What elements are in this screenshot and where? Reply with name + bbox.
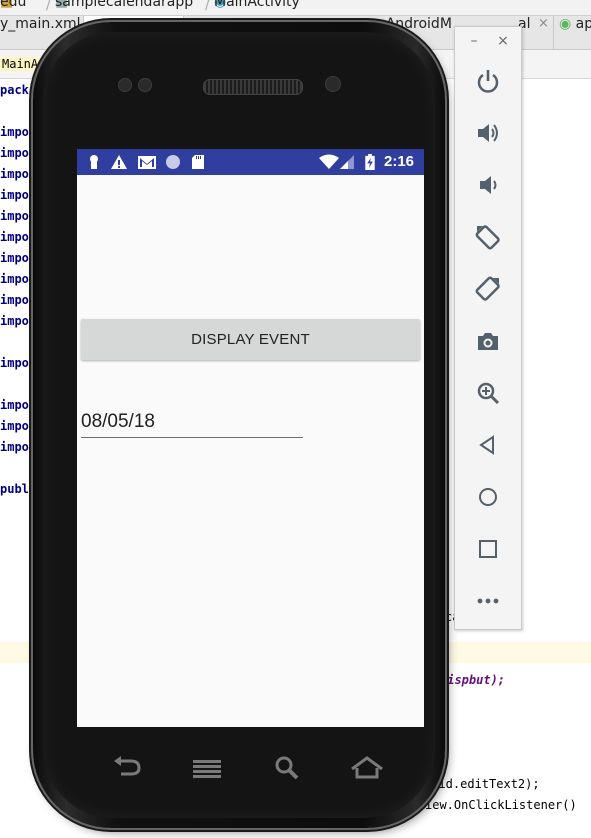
- sd-card-icon: [192, 155, 204, 169]
- minimize-icon[interactable]: –: [465, 33, 483, 49]
- front-camera: [325, 76, 341, 92]
- sync-dot-icon: [166, 155, 180, 169]
- code-line: impo: [0, 230, 29, 244]
- hw-back-icon[interactable]: [107, 752, 147, 782]
- volume-up-icon[interactable]: [472, 117, 504, 149]
- front-sensor: [138, 78, 152, 92]
- keyhole-icon: [90, 155, 98, 169]
- rotate-right-icon[interactable]: [472, 273, 504, 305]
- code-line: impo: [0, 125, 29, 139]
- code-line: dispbut);: [440, 673, 506, 687]
- hw-menu-icon[interactable]: [187, 752, 227, 782]
- front-sensor: [118, 78, 132, 92]
- back-icon[interactable]: [472, 429, 504, 461]
- signal-icon: [340, 155, 354, 169]
- rotate-left-icon[interactable]: [472, 221, 504, 253]
- code-line: impo: [0, 167, 29, 181]
- code-line: impo: [0, 146, 29, 160]
- zoom-icon[interactable]: [472, 377, 504, 409]
- tab-app[interactable]: ◉ ap: [555, 16, 591, 49]
- volume-down-icon[interactable]: [472, 169, 504, 201]
- code-line: impo: [0, 209, 29, 223]
- code-line: impo: [0, 419, 29, 433]
- code-line: R.id.editText2);: [424, 777, 540, 791]
- status-bar: 2:16: [77, 149, 424, 175]
- hw-search-icon[interactable]: [267, 752, 307, 782]
- wifi-icon: [319, 154, 339, 169]
- device-screen[interactable]: 2:16 DISPLAY EVENT: [77, 149, 424, 727]
- code-line: impo: [0, 314, 29, 328]
- hw-home-icon[interactable]: [347, 752, 387, 782]
- code-line: impo: [0, 440, 29, 454]
- display-event-button[interactable]: DISPLAY EVENT: [81, 319, 420, 360]
- code-line: impo: [0, 356, 29, 370]
- emulator-toolbar: – ×: [454, 26, 522, 630]
- gmail-icon: [138, 156, 156, 169]
- code-line: packa: [0, 83, 37, 97]
- earpiece-speaker: [203, 79, 303, 95]
- device-bezel: 2:16 DISPLAY EVENT: [43, 32, 435, 818]
- close-icon[interactable]: ×: [538, 16, 549, 31]
- status-time: 2:16: [384, 153, 415, 170]
- emulator-device-frame: 2:16 DISPLAY EVENT: [33, 22, 445, 828]
- breadcrumb: ■ edu / ■ samplecalendarapp / ◉ MainActi…: [0, 0, 591, 16]
- code-line: impo: [0, 272, 29, 286]
- home-icon[interactable]: [472, 481, 504, 513]
- date-edit-text[interactable]: [81, 407, 303, 438]
- close-icon[interactable]: ×: [494, 33, 512, 49]
- code-line: iew.OnClickListener(): [425, 798, 577, 812]
- battery-charging-icon: [365, 154, 375, 170]
- code-line: publ: [0, 482, 29, 496]
- code-line: impo: [0, 293, 29, 307]
- code-line: impo: [0, 398, 29, 412]
- code-line: impo: [0, 188, 29, 202]
- warning-icon: [111, 155, 127, 169]
- overview-icon[interactable]: [472, 533, 504, 565]
- power-icon[interactable]: [472, 65, 504, 97]
- more-icon[interactable]: [472, 585, 504, 617]
- code-line: impo: [0, 251, 29, 265]
- camera-icon[interactable]: [472, 325, 504, 357]
